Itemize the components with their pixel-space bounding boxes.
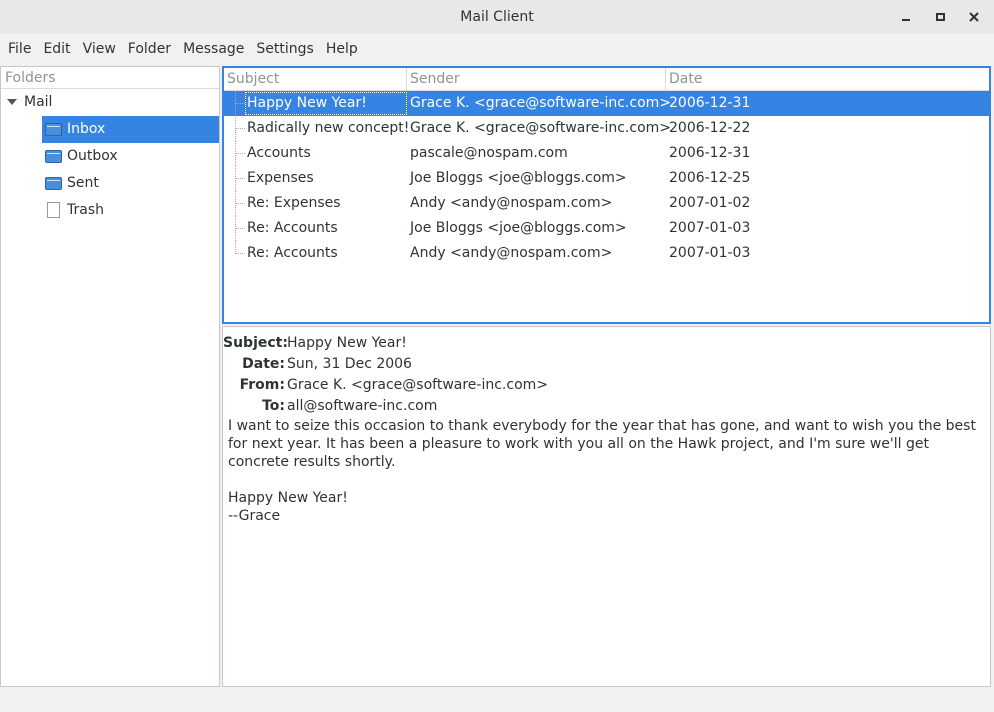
message-sender: Joe Bloggs <joe@bloggs.com>	[410, 220, 627, 236]
folder-item-trash[interactable]: Trash	[1, 197, 219, 224]
trash-file-icon	[47, 202, 60, 218]
tree-line	[235, 141, 245, 166]
subject-label: Subject:	[223, 335, 288, 351]
title-bar: Mail Client	[0, 0, 994, 34]
tree-item-label: Mail	[24, 94, 53, 110]
folder-item-sent[interactable]: Sent	[1, 170, 219, 197]
menu-help[interactable]: Help	[320, 36, 364, 63]
menu-settings[interactable]: Settings	[250, 36, 319, 63]
message-date: 2007-01-03	[669, 220, 751, 236]
message-date: 2007-01-02	[669, 195, 751, 211]
menu-view[interactable]: View	[77, 36, 122, 63]
message-row[interactable]: Happy New Year! Grace K. <grace@software…	[224, 91, 989, 116]
menu-message[interactable]: Message	[177, 36, 250, 63]
tree-line	[235, 241, 245, 254]
folders-header[interactable]: Folders	[1, 67, 219, 89]
message-row[interactable]: Re: Accounts Andy <andy@nospam.com> 2007…	[224, 241, 989, 266]
message-subject: Happy New Year!	[247, 95, 367, 111]
column-header-sender[interactable]: Sender	[407, 68, 666, 90]
folder-label: Inbox	[67, 121, 106, 137]
message-subject: Accounts	[247, 145, 311, 161]
folder-label: Outbox	[67, 148, 118, 164]
folder-label: Sent	[67, 175, 99, 191]
message-body[interactable]: I want to seize this occasion to thank e…	[228, 417, 988, 525]
message-row[interactable]: Re: Accounts Joe Bloggs <joe@bloggs.com>…	[224, 216, 989, 241]
column-headers: Subject Sender Date	[224, 68, 989, 91]
tree-line	[235, 216, 245, 241]
expander-icon[interactable]	[7, 99, 17, 105]
from-label: From:	[239, 377, 285, 393]
message-subject: Re: Accounts	[247, 245, 338, 261]
status-bar	[0, 690, 994, 712]
from-value: Grace K. <grace@software-inc.com>	[287, 377, 549, 393]
message-sender: Grace K. <grace@software-inc.com>	[410, 95, 672, 111]
tree-item-mail[interactable]: Mail	[1, 89, 219, 116]
message-date: 2007-01-03	[669, 245, 751, 261]
folder-icon	[45, 177, 62, 190]
message-row[interactable]: Expenses Joe Bloggs <joe@bloggs.com> 200…	[224, 166, 989, 191]
menu-bar: File Edit View Folder Message Settings H…	[0, 36, 994, 63]
message-date: 2006-12-25	[669, 170, 751, 186]
message-row[interactable]: Accounts pascale@nospam.com 2006-12-31	[224, 141, 989, 166]
folder-label: Trash	[67, 202, 104, 218]
message-sender: Andy <andy@nospam.com>	[410, 195, 613, 211]
folder-icon	[45, 123, 62, 136]
to-label: To:	[262, 398, 285, 414]
folders-tree[interactable]: Folders Mail Inbox Outbox Sent Trash	[0, 66, 220, 687]
column-header-subject[interactable]: Subject	[224, 68, 407, 90]
column-header-date[interactable]: Date	[666, 68, 989, 90]
date-label: Date:	[242, 356, 285, 372]
to-value: all@software-inc.com	[287, 398, 438, 414]
menu-edit[interactable]: Edit	[37, 36, 76, 63]
tree-line	[235, 191, 245, 216]
menu-file[interactable]: File	[2, 36, 37, 63]
message-row[interactable]: Re: Expenses Andy <andy@nospam.com> 2007…	[224, 191, 989, 216]
date-value: Sun, 31 Dec 2006	[287, 356, 412, 372]
menu-folder[interactable]: Folder	[122, 36, 177, 63]
tree-line	[235, 91, 245, 116]
message-date: 2006-12-31	[669, 145, 751, 161]
folder-icon	[45, 150, 62, 163]
message-sender: Joe Bloggs <joe@bloggs.com>	[410, 170, 627, 186]
maximize-button[interactable]	[931, 8, 949, 26]
tree-line	[235, 166, 245, 191]
message-subject: Expenses	[247, 170, 314, 186]
message-subject: Re: Accounts	[247, 220, 338, 236]
maximize-icon	[935, 13, 945, 21]
message-sender: Andy <andy@nospam.com>	[410, 245, 613, 261]
message-date: 2006-12-31	[669, 95, 751, 111]
message-subject: Re: Expenses	[247, 195, 341, 211]
folder-item-inbox[interactable]: Inbox	[1, 116, 219, 143]
close-icon	[969, 12, 979, 22]
subject-value: Happy New Year!	[287, 335, 407, 351]
minimize-icon	[902, 19, 910, 21]
message-subject: Radically new concept!	[247, 120, 410, 136]
message-date: 2006-12-22	[669, 120, 751, 136]
message-sender: pascale@nospam.com	[410, 145, 568, 161]
window-title: Mail Client	[460, 9, 534, 25]
minimize-button[interactable]	[897, 8, 915, 26]
message-list[interactable]: Subject Sender Date Happy New Year! Grac…	[222, 66, 991, 324]
message-row[interactable]: Radically new concept! Grace K. <grace@s…	[224, 116, 989, 141]
message-preview[interactable]: Subject: Happy New Year! Date: Sun, 31 D…	[222, 326, 991, 687]
message-sender: Grace K. <grace@software-inc.com>	[410, 120, 672, 136]
folder-item-outbox[interactable]: Outbox	[1, 143, 219, 170]
close-button[interactable]	[965, 8, 983, 26]
tree-line	[235, 116, 245, 141]
